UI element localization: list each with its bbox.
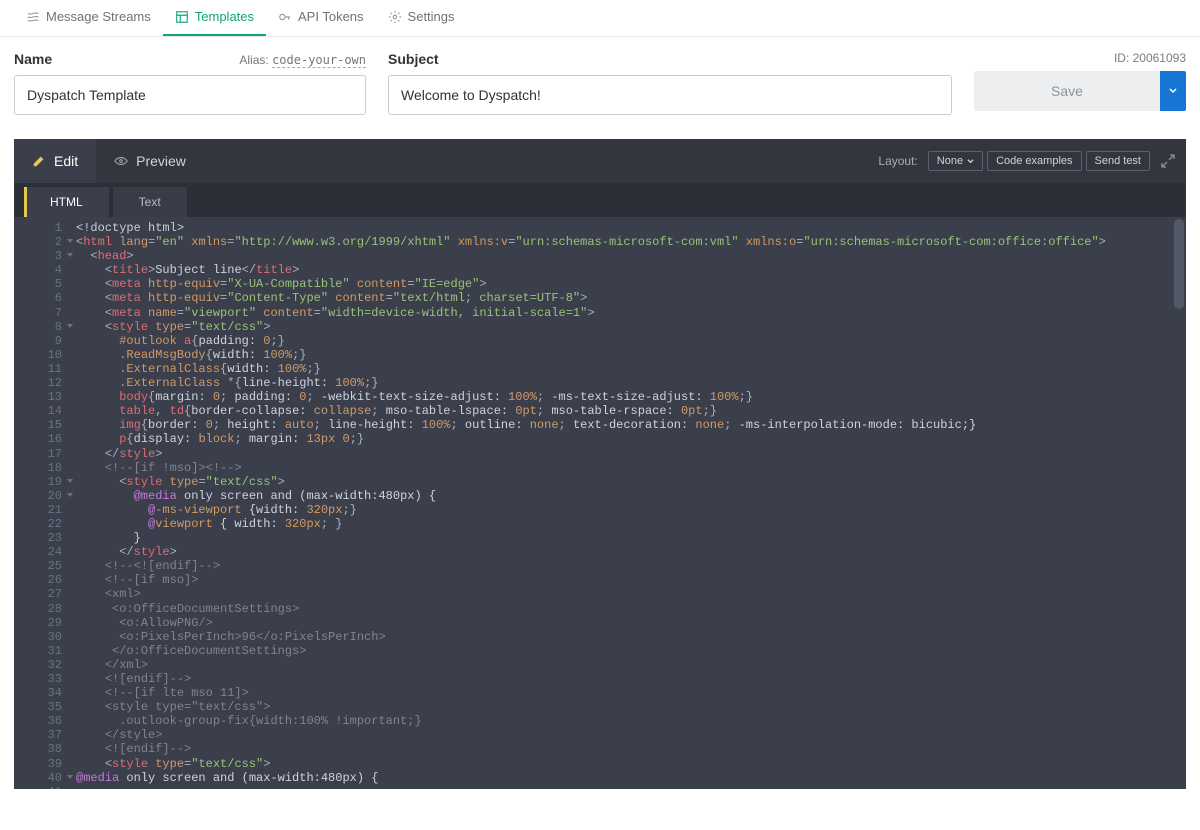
gear-icon xyxy=(388,10,402,24)
alias-link[interactable]: code-your-own xyxy=(272,53,366,68)
scrollbar-thumb[interactable] xyxy=(1174,219,1184,309)
layout-select[interactable]: None xyxy=(928,151,983,171)
eye-icon xyxy=(114,154,128,168)
send-test-button[interactable]: Send test xyxy=(1086,151,1150,171)
subject-field-group: Subject xyxy=(388,51,952,115)
key-icon xyxy=(278,10,292,24)
nav-item-message-streams[interactable]: Message Streams xyxy=(14,0,163,36)
subtab-text[interactable]: Text xyxy=(113,187,187,217)
expand-icon[interactable] xyxy=(1160,153,1176,169)
name-input[interactable] xyxy=(14,75,366,115)
template-icon xyxy=(175,10,189,24)
nav-item-api-tokens[interactable]: API Tokens xyxy=(266,0,376,36)
nav-label: Message Streams xyxy=(46,9,151,24)
save-button[interactable]: Save xyxy=(974,71,1160,111)
subject-label: Subject xyxy=(388,51,439,67)
tab-preview[interactable]: Preview xyxy=(96,139,204,183)
save-group: ID: 20061093 Save xyxy=(974,51,1186,111)
subtab-html[interactable]: HTML xyxy=(24,187,109,217)
line-gutter: 1234567891011121314151617181920212223242… xyxy=(14,217,70,789)
save-dropdown-button[interactable] xyxy=(1160,71,1186,111)
code-content[interactable]: <!doctype html><html lang="en" xmlns="ht… xyxy=(70,217,1186,789)
code-examples-button[interactable]: Code examples xyxy=(987,151,1081,171)
nav-item-templates[interactable]: Templates xyxy=(163,0,266,36)
editor-panel: Edit Preview Layout: None Code examples … xyxy=(14,139,1186,789)
nav-label: Templates xyxy=(195,9,254,24)
nav-item-settings[interactable]: Settings xyxy=(376,0,467,36)
template-id: ID: 20061093 xyxy=(974,51,1186,65)
top-nav: Message Streams Templates API Tokens Set… xyxy=(0,0,1200,37)
subject-input[interactable] xyxy=(388,75,952,115)
name-label: Name xyxy=(14,51,52,67)
nav-label: Settings xyxy=(408,9,455,24)
nav-label: API Tokens xyxy=(298,9,364,24)
alias-display: Alias: code-your-own xyxy=(239,53,366,67)
code-editor[interactable]: 1234567891011121314151617181920212223242… xyxy=(14,217,1186,789)
template-form: Name Alias: code-your-own Subject ID: 20… xyxy=(0,37,1200,119)
layout-label: Layout: xyxy=(878,154,917,168)
tab-edit[interactable]: Edit xyxy=(14,139,96,183)
caret-down-icon xyxy=(967,158,974,165)
editor-toolbar: Edit Preview Layout: None Code examples … xyxy=(14,139,1186,183)
pencil-icon xyxy=(32,154,46,168)
stream-icon xyxy=(26,10,40,24)
editor-subtabs: HTML Text xyxy=(14,183,1186,217)
caret-down-icon xyxy=(1169,87,1177,95)
name-field-group: Name Alias: code-your-own xyxy=(14,51,366,115)
